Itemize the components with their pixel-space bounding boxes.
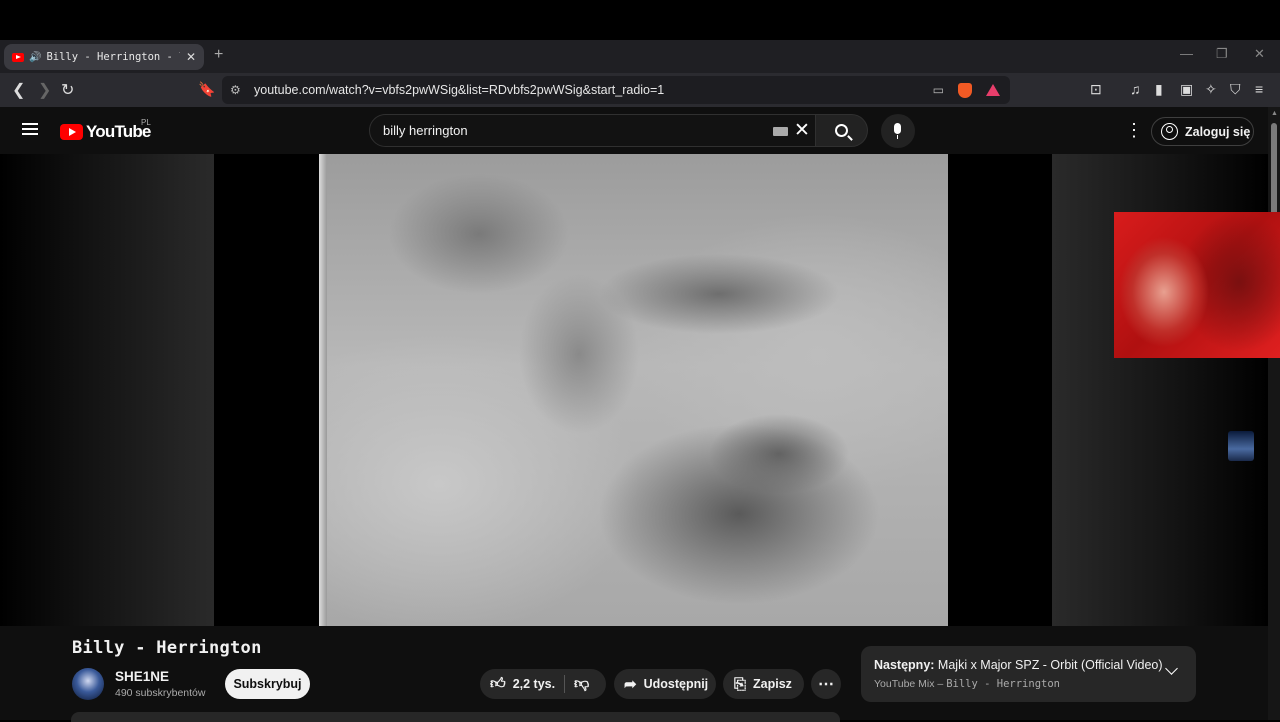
clear-search-icon[interactable]: ✕ (794, 119, 810, 142)
address-toolbar: ❮ ❯ ↻ 🔖 ⚙ youtube.com/watch?v=vbfs2pwWSi… (0, 73, 1280, 107)
floating-video-thumbnail[interactable] (1114, 212, 1280, 358)
more-actions-button[interactable]: ⋯ (811, 669, 841, 699)
like-button[interactable]: 👍︎ 2,2 tys. 👎︎ (480, 669, 606, 699)
voice-search-button[interactable] (881, 114, 915, 148)
cast-icon[interactable]: ▭ (933, 83, 944, 97)
scroll-up-icon[interactable]: ▲ (1271, 110, 1278, 117)
video-details: Billy - Herrington SHE1NE 490 subskryben… (0, 626, 1268, 722)
menu-icon[interactable]: ≡ (1255, 81, 1263, 97)
channel-avatar[interactable] (72, 668, 104, 700)
video-frame[interactable] (319, 154, 948, 626)
sign-in-button[interactable]: Zaloguj się (1151, 117, 1254, 146)
up-next-card[interactable]: Następny: Majki x Major SPZ - Orbit (Off… (861, 646, 1196, 702)
new-tab-button[interactable]: + (214, 46, 223, 64)
channel-name[interactable]: SHE1NE (115, 669, 169, 684)
share-label: Udostępnij (643, 677, 709, 691)
url-text[interactable]: youtube.com/watch?v=vbfs2pwWSig&list=RDv… (254, 83, 933, 97)
address-bar[interactable]: ⚙ youtube.com/watch?v=vbfs2pwWSig&list=R… (222, 76, 1010, 104)
close-window-button[interactable]: ✕ (1254, 46, 1265, 62)
save-button[interactable]: ⎘ Zapisz (723, 669, 804, 699)
microphone-icon (894, 123, 901, 139)
like-count: 2,2 tys. (512, 677, 556, 691)
video-player[interactable] (0, 154, 1268, 626)
hamburger-menu-icon[interactable] (22, 123, 38, 135)
brave-shields-icon[interactable] (958, 82, 972, 98)
share-arrow-icon: ➦ (624, 676, 637, 693)
mix-line: YouTube Mix – Billy - Herrington (874, 678, 1060, 690)
up-next-prefix: Następny: (874, 658, 935, 672)
subscribe-button[interactable]: Subskrybuj (225, 669, 310, 699)
like-divider (564, 675, 565, 693)
music-icon[interactable]: ♫ (1130, 81, 1141, 97)
browser-tab-active[interactable]: 🔊 Billy - Herrington - YouTube ✕ (4, 44, 204, 70)
reload-icon[interactable]: ↻ (61, 80, 74, 100)
more-horizontal-icon: ⋯ (818, 676, 834, 693)
mix-label: YouTube Mix – (874, 678, 944, 690)
youtube-logo[interactable]: YouTube PL (60, 118, 151, 142)
description-box[interactable] (71, 712, 840, 722)
settings-more-icon[interactable]: ⋮ (1125, 121, 1143, 139)
site-settings-icon[interactable]: ⚙ (230, 83, 248, 97)
bookmark-icon: ⎘ (734, 675, 747, 693)
sign-in-label: Zaloguj się (1185, 124, 1251, 139)
mix-name: Billy - Herrington (946, 678, 1060, 690)
leo-ai-icon[interactable]: ✧ (1205, 81, 1217, 98)
thumbs-up-icon: 👍︎ (490, 675, 506, 692)
up-next-line: Następny: Majki x Major SPZ - Orbit (Off… (874, 658, 1163, 672)
vpn-icon[interactable]: ⛉ (1230, 81, 1241, 98)
speaker-icon[interactable]: 🔊 (29, 52, 41, 63)
restore-button[interactable]: ❐ (1216, 46, 1228, 62)
country-code: PL (141, 118, 151, 127)
bookmark-page-icon[interactable]: 🔖 (198, 81, 215, 98)
page-scrollbar[interactable]: ▲ (1268, 107, 1280, 720)
video-title: Billy - Herrington (72, 638, 262, 658)
search-query[interactable]: billy herrington (383, 123, 468, 138)
chevron-down-icon[interactable] (1165, 662, 1178, 675)
share-button[interactable]: ➦ Udostępnij (614, 669, 716, 699)
window-top-area (0, 0, 1280, 40)
ambient-glow-left (0, 154, 214, 626)
tab-close-icon[interactable]: ✕ (186, 50, 196, 64)
user-icon (1161, 123, 1178, 140)
screenshot-icon[interactable]: ⊡ (1090, 81, 1102, 98)
back-icon[interactable]: ❮ (12, 80, 25, 100)
tab-title: Billy - Herrington - YouTube (46, 51, 179, 63)
thumbs-down-icon[interactable]: 👎︎ (574, 675, 589, 693)
subscriber-count: 490 subskrybentów (115, 687, 206, 699)
channel-watermark[interactable] (1228, 431, 1254, 461)
wallet-icon[interactable]: ▣ (1180, 81, 1193, 98)
keyboard-icon[interactable] (773, 127, 788, 136)
up-next-title: Majki x Major SPZ - Orbit (Official Vide… (937, 658, 1163, 672)
search-input[interactable]: billy herrington ✕ (369, 114, 816, 147)
youtube-header: YouTube PL billy herrington ✕ ⋮ Zaloguj … (0, 107, 1268, 154)
forward-icon[interactable]: ❯ (38, 80, 51, 100)
tab-strip: 🔊 Billy - Herrington - YouTube ✕ + — ❐ ✕ (0, 40, 1280, 73)
video-frame-edge (319, 154, 327, 626)
sidebar-icon[interactable]: ▮ (1155, 81, 1163, 98)
search-icon (835, 124, 848, 137)
youtube-play-icon (60, 124, 83, 140)
brave-rewards-icon[interactable] (986, 84, 1000, 96)
minimize-button[interactable]: — (1180, 46, 1193, 61)
save-label: Zapisz (753, 677, 792, 691)
search-button[interactable] (816, 114, 868, 147)
youtube-favicon-icon (12, 52, 24, 62)
